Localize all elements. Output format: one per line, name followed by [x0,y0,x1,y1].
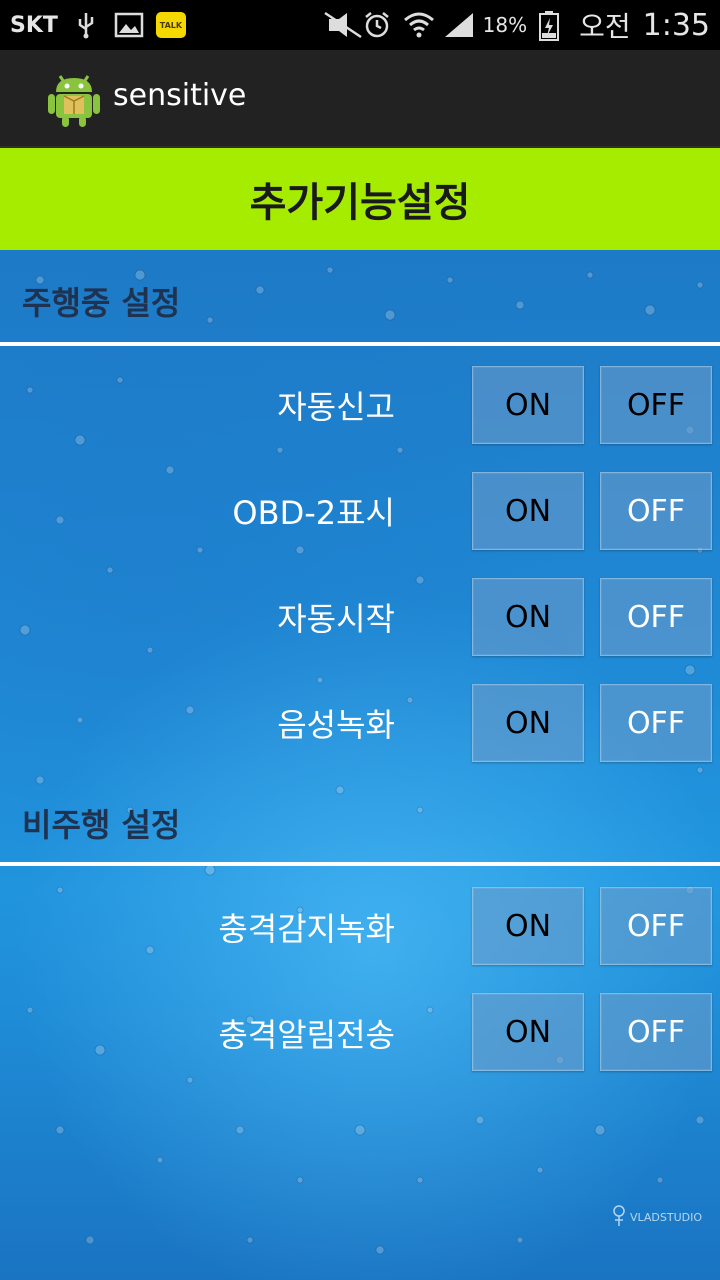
impact-alert-on-button[interactable]: ON [472,993,584,1071]
watermark-text: VLADSTUDIO [630,1211,703,1224]
voice-recording-on-button[interactable]: ON [472,684,584,762]
page-title: 추가기능설정 [249,180,471,226]
signal-icon [443,11,473,39]
label-obd2-display: OBD-2표시 [232,494,395,532]
auto-start-on-button[interactable]: ON [472,578,584,656]
battery-percent: 18% [482,13,528,37]
ampm-label: 오전 [579,10,631,43]
impact-recording-on-button[interactable]: ON [472,887,584,965]
alarm-icon [363,11,391,39]
section-divider [0,862,720,866]
label-impact-recording: 충격감지녹화 [218,910,395,948]
image-icon [114,11,144,39]
section-title-driving: 주행중 설정 [22,284,181,322]
wifi-icon [403,11,434,39]
android-icon[interactable] [46,68,102,128]
watermark: VLADSTUDIO [612,1205,702,1230]
auto-report-off-button[interactable]: OFF [600,366,712,444]
label-auto-start: 자동시작 [277,600,395,638]
usb-icon [72,11,100,39]
section-title-parked: 비주행 설정 [22,806,181,844]
auto-report-on-button[interactable]: ON [472,366,584,444]
mute-icon [323,11,362,39]
voice-recording-off-button[interactable]: OFF [600,684,712,762]
battery-icon [539,11,567,41]
impact-recording-off-button[interactable]: OFF [600,887,712,965]
settings-content: 주행중 설정 자동신고 ON OFF OBD-2표시 ON OFF 자동시작 O… [0,250,720,1280]
impact-alert-off-button[interactable]: OFF [600,993,712,1071]
kakaotalk-icon: TALK [155,12,186,38]
clock: 1:35 [642,7,710,43]
carrier-label: SKT [10,12,58,38]
page-header: 추가기능설정 [0,148,720,250]
action-bar: sensitive [0,50,720,148]
section-divider [0,342,720,346]
label-voice-recording: 음성녹화 [277,706,395,744]
label-impact-alert: 충격알림전송 [218,1016,395,1054]
app-title: sensitive [113,78,247,113]
status-bar: SKT TALK 18% 오전 1:35 [0,0,720,50]
obd2-display-on-button[interactable]: ON [472,472,584,550]
label-auto-report: 자동신고 [277,388,395,426]
obd2-display-off-button[interactable]: OFF [600,472,712,550]
auto-start-off-button[interactable]: OFF [600,578,712,656]
vladstudio-logo-icon [612,1205,626,1230]
